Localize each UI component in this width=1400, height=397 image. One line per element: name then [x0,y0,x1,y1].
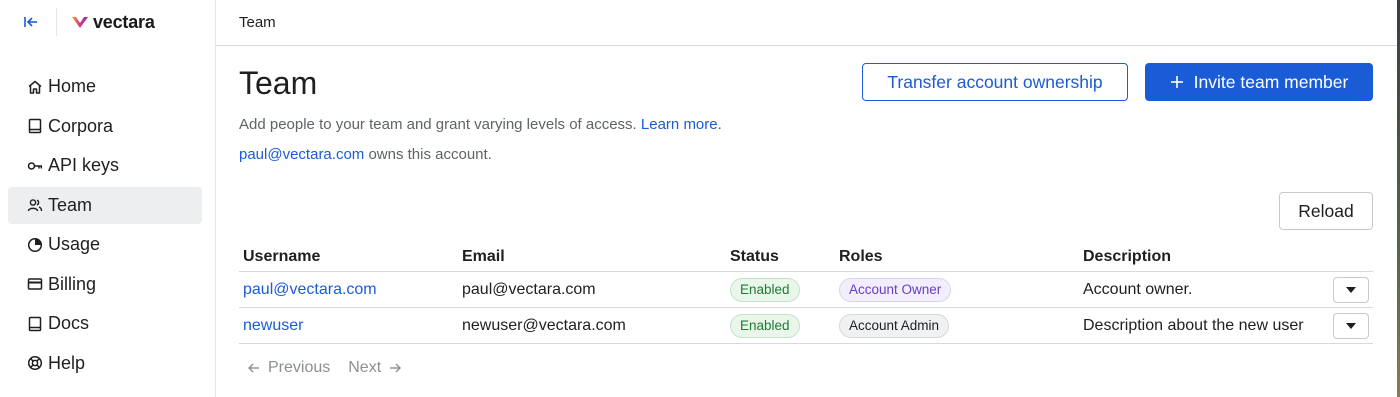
sidebar: vectara Home Corpora API keys Team Usage… [0,0,216,397]
vectara-logo-icon [72,17,88,28]
sidebar-item-docs[interactable]: Docs [8,305,202,342]
sidebar-item-label: API keys [48,155,120,175]
transfer-ownership-button[interactable]: Transfer account ownership [862,63,1128,101]
sidebar-item-label: Help [48,352,86,373]
table-row: paul@vectara.com paul@vectara.com Enable… [239,272,1373,308]
header-username[interactable]: Username [243,248,320,266]
header-roles[interactable]: Roles [839,248,883,266]
roles-cell: Account Admin [839,308,950,344]
invite-team-member-button[interactable]: Invite team member [1145,63,1373,101]
row-actions-dropdown[interactable] [1333,313,1369,339]
chevron-down-icon [1346,323,1356,329]
sidebar-item-api-keys[interactable]: API keys [8,147,202,184]
header-description[interactable]: Description [1083,248,1171,266]
previous-label: Previous [268,359,331,376]
collapse-sidebar-button[interactable] [22,13,40,31]
roles-cell: Account Owner [839,272,952,308]
users-icon [26,197,43,214]
header-status[interactable]: Status [730,248,779,266]
learn-more-link[interactable]: Learn more. [641,116,722,133]
sidebar-item-label: Corpora [48,115,114,136]
description-cell: Account owner. [1083,281,1193,298]
sidebar-item-label: Home [48,76,97,96]
book-icon [26,315,43,332]
sidebar-item-home[interactable]: Home [8,68,202,105]
home-icon [26,78,43,95]
action-cell [1333,272,1369,308]
username-link[interactable]: newuser [243,308,303,344]
vectara-logo[interactable]: vectara [71,12,155,33]
sidebar-item-team[interactable]: Team [8,186,202,224]
role-badge: Account Owner [839,278,952,302]
page-description: Add people to your team and grant varyin… [239,116,722,133]
collapse-icon [24,17,37,27]
invite-team-member-label: Invite team member [1193,71,1349,92]
sidebar-item-usage[interactable]: Usage [8,226,202,263]
row-actions-dropdown[interactable] [1333,277,1369,303]
header-email[interactable]: Email [462,248,505,266]
owner-notice-text: owns this account. [368,146,492,163]
logo-text: vectara [93,11,155,32]
breadcrumb: Team [239,14,276,31]
email-cell: paul@vectara.com [462,281,596,298]
action-cell [1333,308,1369,344]
plus-icon [1170,76,1183,88]
sidebar-item-label: Docs [48,313,90,333]
sidebar-item-label: Usage [48,234,101,254]
email-cell: newuser@vectara.com [462,317,626,334]
table-header: Username Email Status Roles Description [239,244,1373,272]
description-text: Add people to your team and grant varyin… [239,116,637,133]
description-cell: Description about the new user [1083,317,1304,334]
key-icon [26,157,43,174]
status-badge: Enabled [730,278,800,302]
sidebar-item-help[interactable]: Help [8,345,202,382]
pie-chart-icon [26,236,43,253]
sidebar-item-label: Team [48,194,93,215]
chevron-down-icon [1346,287,1356,293]
top-bar: Team [216,0,1397,46]
role-badge: Account Admin [839,314,950,338]
owner-email-link[interactable]: paul@vectara.com [239,146,364,163]
sidebar-header: vectara [0,0,215,44]
sidebar-header-divider [56,8,57,36]
reload-label: Reload [1298,200,1354,221]
sidebar-nav: Home Corpora API keys Team Usage Billing… [0,68,215,382]
previous-page-button[interactable]: Previous [248,359,330,377]
page-title: Team [239,65,318,101]
credit-card-icon [26,276,43,293]
sidebar-item-corpora[interactable]: Corpora [8,108,202,145]
status-badge: Enabled [730,314,800,338]
team-table: Username Email Status Roles Description … [239,244,1373,344]
sidebar-item-billing[interactable]: Billing [8,266,202,303]
table-row: newuser newuser@vectara.com Enabled Acco… [239,308,1373,344]
next-label: Next [348,359,382,376]
reload-button[interactable]: Reload [1279,192,1373,230]
transfer-ownership-label: Transfer account ownership [887,71,1103,92]
arrow-right-icon [390,363,402,373]
arrow-left-icon [248,363,259,373]
username-link[interactable]: paul@vectara.com [243,272,377,308]
status-cell: Enabled [730,272,800,308]
next-page-button[interactable]: Next [348,359,402,377]
status-cell: Enabled [730,308,800,344]
sidebar-item-label: Billing [48,273,97,294]
lifebuoy-icon [26,355,43,372]
owner-notice: paul@vectara.com owns this account. [239,146,492,163]
book-icon [26,118,43,135]
pagination: Previous Next [248,359,419,377]
